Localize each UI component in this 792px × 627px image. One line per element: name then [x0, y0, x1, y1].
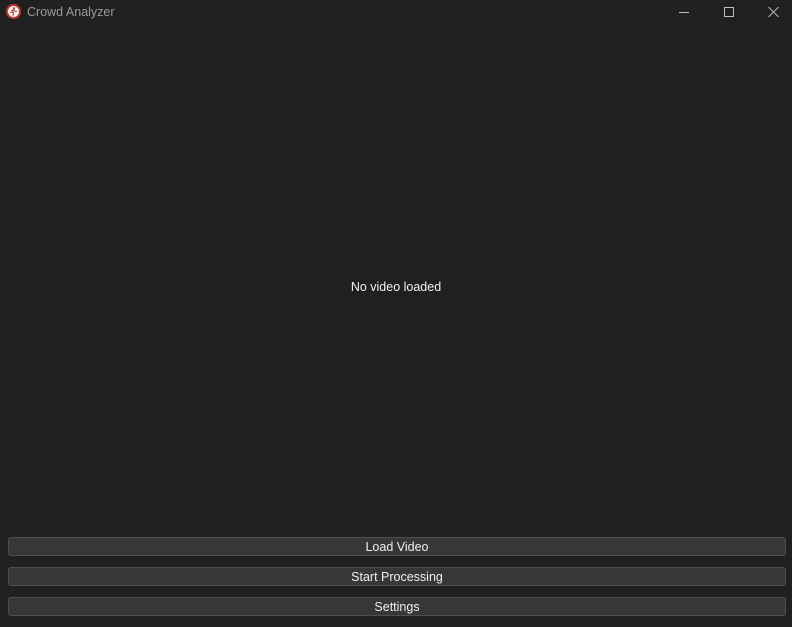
close-icon — [768, 6, 780, 18]
load-video-button[interactable]: Load Video — [8, 537, 786, 556]
running-person-icon — [6, 4, 21, 19]
minimize-button[interactable] — [661, 0, 707, 24]
title-bar[interactable]: Crowd Analyzer — [0, 0, 792, 24]
maximize-icon — [724, 7, 734, 17]
maximize-button[interactable] — [706, 0, 752, 24]
settings-button[interactable]: Settings — [8, 597, 786, 616]
window-title: Crowd Analyzer — [27, 5, 115, 19]
minimize-icon — [679, 11, 689, 13]
app-window: Crowd Analyzer No video loaded Load Vide… — [0, 0, 792, 627]
start-processing-button[interactable]: Start Processing — [8, 567, 786, 586]
video-placeholder-text: No video loaded — [350, 279, 442, 294]
video-display-area: No video loaded — [0, 24, 792, 529]
close-button[interactable] — [751, 0, 792, 24]
